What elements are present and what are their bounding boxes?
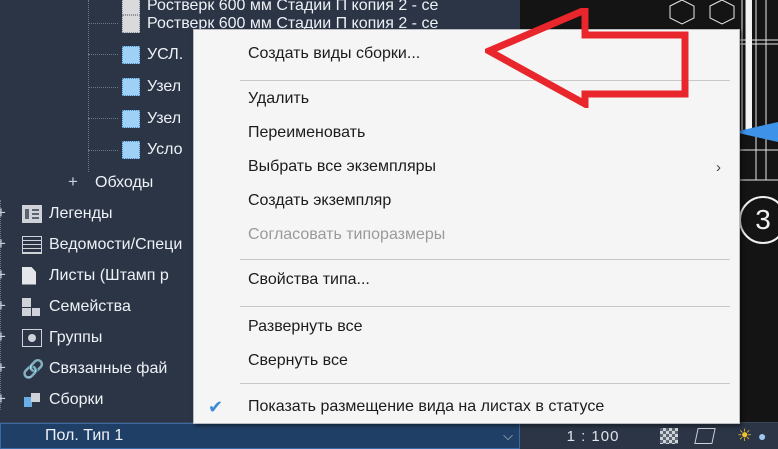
menu-item-type-properties[interactable]: Свойства типа... (194, 266, 739, 294)
chevron-down-icon[interactable]: ⌵ (503, 428, 513, 444)
menu-item-label: Показать размещение вида на листах в ста… (248, 398, 605, 415)
tree-item-assemblies[interactable]: Сборки (22, 384, 103, 415)
tree-connector (88, 54, 118, 55)
menu-item-label: Создать виды сборки... (248, 45, 421, 62)
tree-item-label: УСЛ. (147, 45, 184, 63)
menu-separator (240, 383, 730, 384)
tree-item-label: Узел (147, 109, 182, 127)
gray-view-icon (122, 14, 140, 33)
tree-guide-line (88, 0, 89, 172)
menu-item-label: Переименовать (248, 124, 366, 141)
tree-item-view[interactable]: УСЛ. (122, 39, 183, 70)
tree-item-obkhody[interactable]: Обходы (88, 167, 153, 198)
tree-item-label: Листы (Штамп р (49, 266, 169, 284)
tree-item-legends[interactable]: Легенды (22, 198, 112, 229)
blue-view-icon (122, 140, 140, 159)
status-bar: Пол. Тип 1 ⌵ 1 : 100 ☀ ● (0, 422, 778, 449)
tree-connector (88, 87, 118, 88)
tree-item-sheets[interactable]: Листы (Штамп р (22, 260, 169, 291)
visual-style-cube-icon[interactable] (694, 428, 716, 444)
sheet-icon (22, 266, 36, 285)
menu-item-label: Согласовать типоразмеры (248, 226, 446, 243)
sun-path-icon[interactable]: ☀ (737, 427, 755, 444)
family-icon (22, 297, 42, 316)
tree-connector (88, 150, 118, 151)
view-tag-number: 3 (755, 204, 771, 235)
expand-plus-icon[interactable]: + (0, 358, 6, 378)
view-scale[interactable]: 1 : 100 (532, 426, 654, 447)
expand-plus-icon[interactable]: + (0, 389, 6, 409)
menu-separator (240, 306, 730, 307)
expand-plus-icon[interactable]: + (0, 265, 6, 285)
menu-separator (240, 259, 730, 260)
shadows-icon[interactable]: ● (758, 428, 776, 444)
tree-item-label: Обходы (95, 173, 154, 191)
tree-item-links[interactable]: 🔗 Связанные фай (22, 353, 167, 384)
tree-connector (88, 23, 118, 24)
menu-item-match-type-sizes: Согласовать типоразмеры (194, 221, 739, 249)
menu-item-rename[interactable]: Переименовать (194, 119, 739, 147)
blue-view-icon (122, 45, 140, 64)
tree-item-schedules[interactable]: Ведомости/Специ (22, 229, 182, 260)
tree-item-label: Узел (147, 77, 182, 95)
expand-plus-icon[interactable]: + (68, 172, 78, 192)
schedule-icon (22, 235, 42, 254)
tree-item-view[interactable]: Узел (122, 103, 181, 134)
red-annotation-arrow (485, 8, 689, 108)
menu-item-expand-all[interactable]: Развернуть все (194, 313, 739, 341)
legend-icon (22, 204, 42, 223)
tree-item-view[interactable]: Узел (122, 71, 181, 102)
type-selector-field[interactable]: Пол. Тип 1 ⌵ (0, 423, 520, 449)
tree-item-groups[interactable]: Группы (22, 322, 102, 353)
assembly-icon (22, 391, 42, 409)
type-selector-value: Пол. Тип 1 (45, 427, 124, 444)
menu-item-create-instance[interactable]: Создать экземпляр (194, 187, 739, 215)
menu-item-label: Свойства типа... (248, 271, 370, 288)
chevron-right-icon: › (716, 158, 721, 176)
menu-item-label: Развернуть все (248, 318, 363, 335)
menu-item-label: Удалить (248, 90, 310, 107)
tree-item-families[interactable]: Семейства (22, 291, 131, 322)
tree-item-label: Легенды (49, 204, 113, 222)
tree-item-label: Семейства (49, 297, 131, 315)
tree-item-label: Связанные фай (49, 359, 168, 377)
tree-connector (88, 118, 118, 119)
blue-view-icon (122, 109, 140, 128)
tree-item-view[interactable]: Усло (122, 134, 183, 165)
link-icon: 🔗 (22, 358, 45, 379)
group-icon (22, 328, 42, 347)
menu-item-label: Выбрать все экземпляры (248, 158, 437, 175)
menu-item-select-all-instances[interactable]: Выбрать все экземпляры › (194, 153, 739, 181)
tree-item-label: Усло (147, 140, 183, 158)
tree-item-label: Сборки (49, 390, 104, 408)
expand-plus-icon[interactable]: + (0, 203, 6, 223)
expand-plus-icon[interactable]: + (0, 327, 6, 347)
checkmark-icon: ✔ (208, 397, 224, 417)
detail-level-icon[interactable] (660, 428, 678, 444)
expand-plus-icon[interactable]: + (0, 296, 6, 316)
blue-view-icon (122, 77, 140, 96)
tree-item-label: Группы (49, 328, 103, 346)
menu-item-label: Создать экземпляр (248, 192, 392, 209)
menu-item-label: Свернуть все (248, 352, 348, 369)
menu-item-collapse-all[interactable]: Свернуть все (194, 347, 739, 375)
expand-plus-icon[interactable]: + (0, 234, 6, 254)
menu-item-show-view-placement[interactable]: ✔ Показать размещение вида на листах в с… (194, 393, 739, 421)
tree-item-label: Ведомости/Специ (49, 235, 183, 253)
